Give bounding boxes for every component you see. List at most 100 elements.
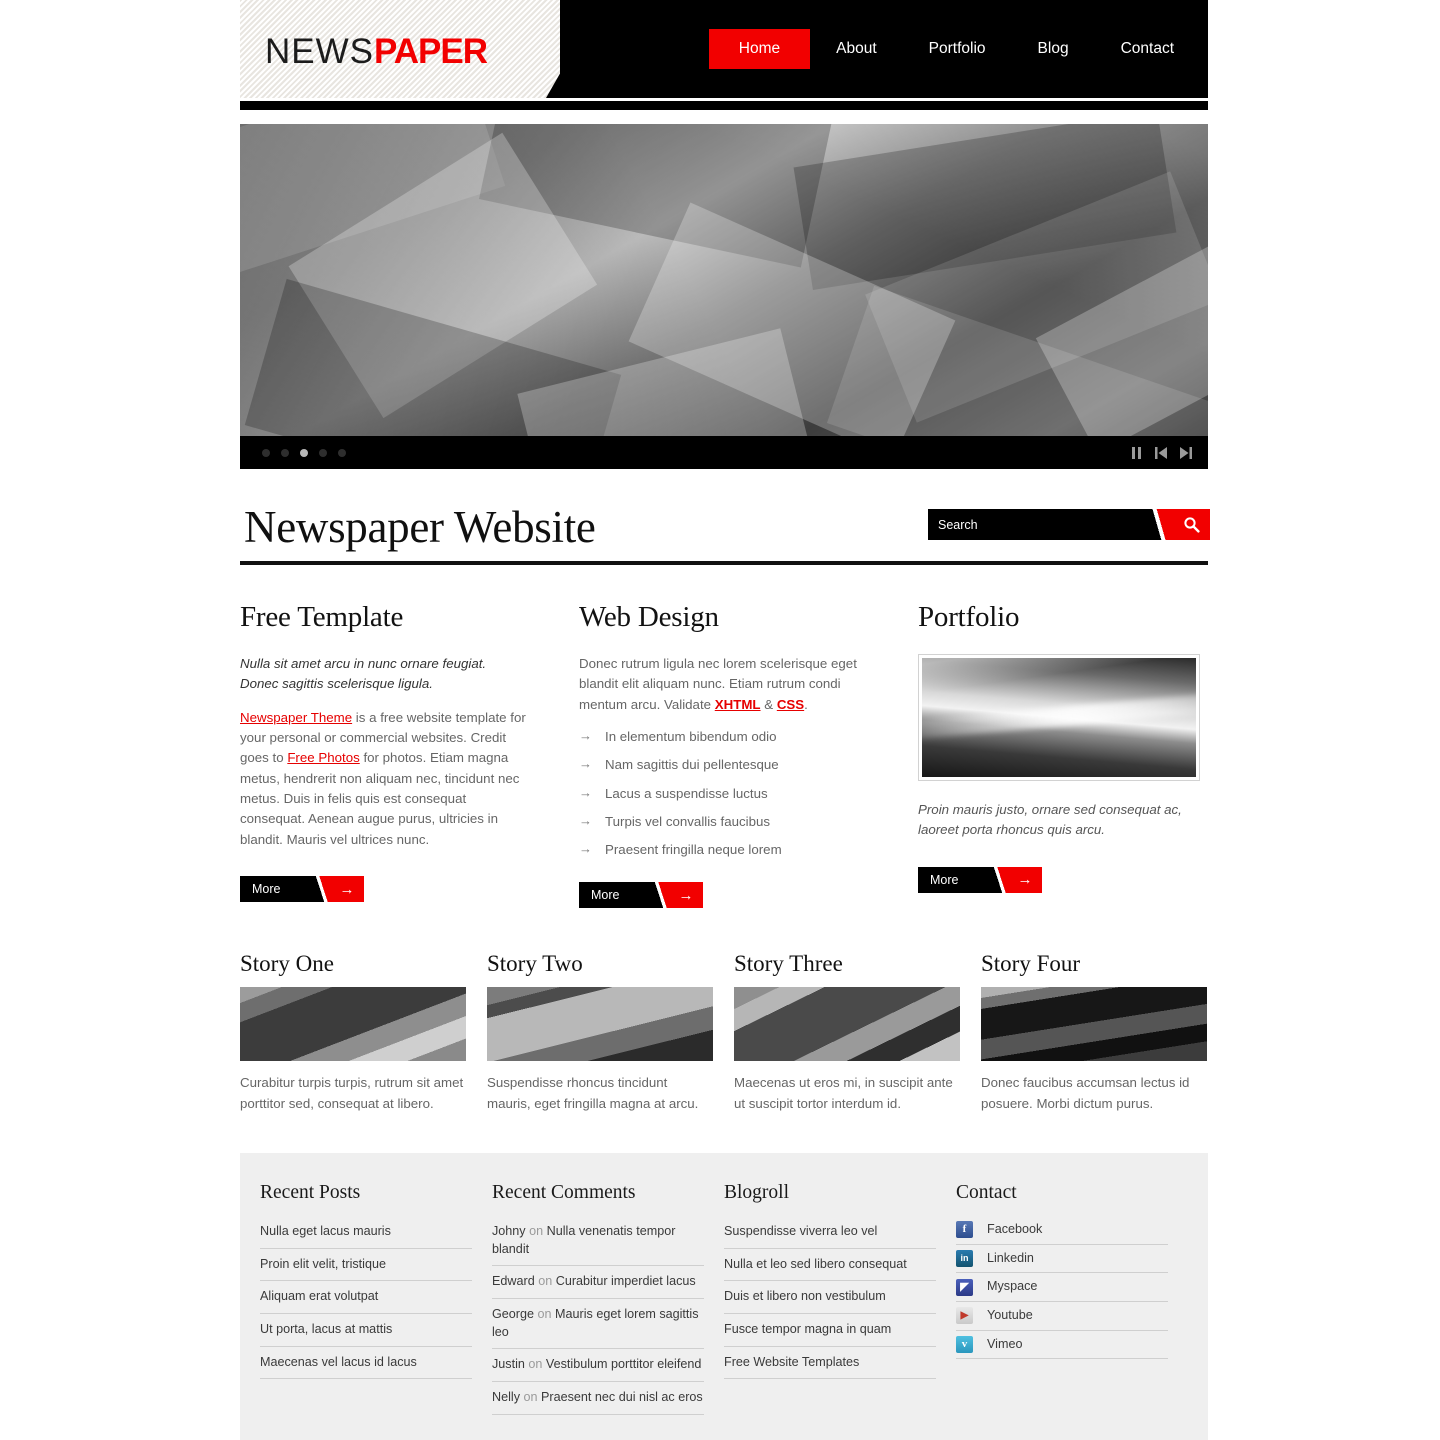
search-input[interactable] [928, 509, 1146, 540]
next-icon[interactable] [1180, 446, 1192, 459]
story-title[interactable]: Story Three [734, 952, 960, 975]
comment-author: Justin [492, 1357, 525, 1372]
slider-dot-2[interactable] [281, 448, 289, 457]
list-item[interactable]: Ut porta, lacus at mattis [260, 1314, 472, 1347]
arrow-right-icon: → [1008, 866, 1042, 893]
comment-on: on [534, 1274, 556, 1289]
comment-author: Johny [492, 1224, 526, 1239]
free-photos-link[interactable]: Free Photos [287, 750, 359, 765]
story-title[interactable]: Story Two [487, 952, 713, 975]
list-item[interactable]: Turpis vel convallis faucibus [579, 813, 867, 830]
comment-on: on [520, 1389, 542, 1404]
social-label: Vimeo [987, 1336, 1023, 1351]
facebook-icon: f [956, 1221, 973, 1239]
widget-recent-comments: Recent Comments Johny on Nulla venenatis… [492, 1183, 724, 1415]
list-item[interactable]: v Vimeo [956, 1331, 1168, 1360]
story-title[interactable]: Story Four [981, 952, 1207, 975]
list-item[interactable]: In elementum bibendum odio [579, 728, 867, 745]
story-title[interactable]: Story One [240, 952, 466, 975]
portfolio-image [922, 658, 1196, 777]
story-image [734, 987, 960, 1062]
list-item[interactable]: Fusce tempor magna in quam [724, 1314, 936, 1347]
more-button-free-template[interactable]: More → [240, 876, 364, 903]
more-button-web-design[interactable]: More → [579, 882, 703, 909]
widget-contact: Contact f Facebook in Linkedin ◤ Myspace ▶ Y… [956, 1183, 1188, 1415]
list-item[interactable]: Aliquam erat volutpat [260, 1281, 472, 1315]
pause-icon[interactable] [1131, 446, 1142, 459]
site-logo[interactable]: NEWSPAPER [265, 32, 488, 71]
list-item[interactable]: Free Website Templates [724, 1347, 936, 1380]
list-item[interactable]: Maecenas vel lacus id lacus [260, 1347, 472, 1380]
list-item[interactable]: George on Mauris eget lorem sagittis leo [492, 1299, 704, 1350]
slider-dot-1[interactable] [262, 448, 270, 457]
list-item[interactable]: Johny on Nulla venenatis tempor blandit [492, 1216, 704, 1267]
social-label: Facebook [987, 1222, 1043, 1237]
list-item[interactable]: f Facebook [956, 1216, 1168, 1245]
list-item[interactable]: in Linkedin [956, 1245, 1168, 1274]
slider-dot-3[interactable] [300, 448, 308, 457]
column-heading-free-template: Free Template [240, 601, 404, 633]
ampersand: & [760, 696, 777, 712]
slider-dot-5[interactable] [338, 448, 346, 457]
portfolio-caption: Proin mauris justo, ornare sed consequat… [918, 802, 1182, 838]
list-item[interactable]: Proin elit velit, tristique [260, 1249, 472, 1282]
list-item[interactable]: Justin on Vestibulum porttitor eleifend [492, 1349, 704, 1382]
nav-item-blog[interactable]: Blog [1012, 30, 1095, 68]
comment-on: on [534, 1307, 556, 1322]
more-button-portfolio[interactable]: More → [918, 866, 1042, 893]
arrow-right-icon: → [330, 876, 364, 903]
list-item[interactable]: Nulla eget lacus mauris [260, 1216, 472, 1249]
list-item[interactable]: Nulla et leo sed libero consequat [724, 1249, 936, 1282]
site-header: NEWSPAPER Home About Portfolio Blog Cont… [240, 0, 1208, 98]
slider-dot-4[interactable] [319, 448, 327, 457]
nav-item-portfolio[interactable]: Portfolio [903, 30, 1012, 68]
list-item[interactable]: Lacus a suspendisse luctus [579, 785, 867, 802]
list-item[interactable]: ◤ Myspace [956, 1273, 1168, 1303]
social-label: Linkedin [987, 1250, 1034, 1265]
story-card: Story Four Donec faucibus accumsan lectu… [981, 952, 1207, 1114]
search-button[interactable] [1172, 509, 1210, 540]
comment-text: Curabitur imperdiet lacus [555, 1274, 696, 1289]
list-item[interactable]: Nelly on Praesent nec dui nisl ac eros [492, 1382, 704, 1415]
list-item[interactable]: Suspendisse viverra leo vel [724, 1216, 936, 1249]
nav-item-about[interactable]: About [810, 30, 903, 68]
recent-comments-list: Johny on Nulla venenatis tempor blandit … [492, 1216, 704, 1415]
vimeo-icon: v [956, 1335, 973, 1353]
content-columns: Free Template Nulla sit amet arcu in nun… [240, 601, 1208, 909]
portfolio-thumbnail-frame[interactable] [918, 654, 1200, 781]
logo-text-news: NEWS [265, 32, 374, 71]
story-card: Story One Curabitur turpis turpis, rutru… [240, 952, 466, 1114]
slider-controls-bar [240, 436, 1208, 469]
more-divider [314, 876, 330, 903]
list-item[interactable]: Edward on Curabitur imperdiet lacus [492, 1266, 704, 1300]
free-template-intro: Nulla sit amet arcu in nunc ornare feugi… [240, 656, 487, 692]
comment-on: on [524, 1357, 546, 1372]
nav-item-contact[interactable]: Contact [1095, 30, 1200, 68]
list-item[interactable]: ▶ Youtube [956, 1302, 1168, 1331]
widget-title: Contact [956, 1181, 1017, 1203]
page-root: NEWSPAPER Home About Portfolio Blog Cont… [0, 0, 1440, 1440]
story-text: Curabitur turpis turpis, rutrum sit amet… [240, 1075, 464, 1112]
logo-panel: NEWSPAPER [240, 0, 602, 98]
logo-text-paper: PAPER [374, 32, 488, 71]
story-image [981, 987, 1207, 1062]
nav-item-home[interactable]: Home [708, 29, 811, 69]
newspaper-theme-link[interactable]: Newspaper Theme [240, 710, 352, 725]
previous-icon[interactable] [1155, 446, 1167, 459]
free-template-body: Newspaper Theme is a free website templa… [240, 708, 528, 850]
list-item[interactable]: Nam sagittis dui pellentesque [579, 756, 867, 773]
story-text: Donec faucibus accumsan lectus id posuer… [981, 1075, 1190, 1112]
xhtml-link[interactable]: XHTML [715, 697, 761, 712]
list-item[interactable]: Duis et libero non vestibulum [724, 1281, 936, 1315]
column-heading-portfolio: Portfolio [918, 601, 1020, 633]
list-item[interactable]: Praesent fringilla neque lorem [579, 841, 867, 858]
arrow-right-icon: → [669, 882, 703, 909]
css-link[interactable]: CSS [777, 697, 804, 712]
comment-author: Nelly [492, 1389, 520, 1404]
web-design-intro: Donec rutrum ligula nec lorem scelerisqu… [579, 654, 867, 715]
comment-author: Edward [492, 1274, 535, 1289]
contact-social-list: f Facebook in Linkedin ◤ Myspace ▶ Youtube v… [956, 1216, 1168, 1360]
banner-slider[interactable] [240, 124, 1208, 469]
more-divider [653, 882, 669, 909]
comment-author: George [492, 1307, 535, 1322]
